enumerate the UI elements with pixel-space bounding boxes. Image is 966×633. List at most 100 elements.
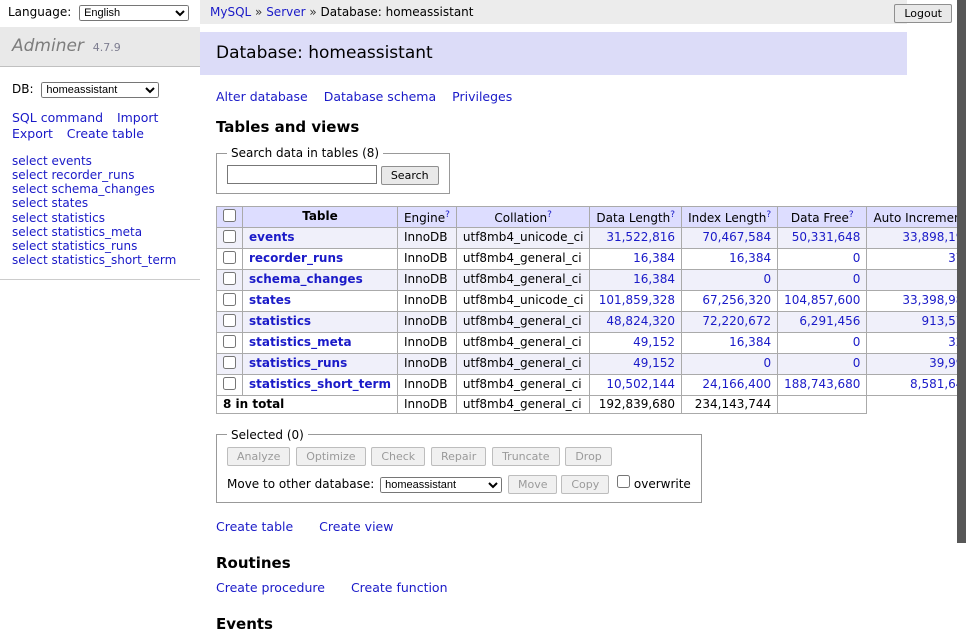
sidebar-link-export[interactable]: Export [12,126,53,141]
copy-button[interactable]: Copy [561,475,609,494]
data-length-link[interactable]: 49,152 [633,356,675,370]
data-free-link[interactable]: 0 [853,251,861,265]
repair-button[interactable]: Repair [431,447,486,466]
create-links: Create table Create view [216,519,966,534]
index-length-link[interactable]: 72,220,672 [702,314,771,328]
tables-overview-table: TableEngine?Collation?Data Length?Index … [216,206,966,414]
table-link-statistics-short-term[interactable]: statistics_short_term [249,377,391,391]
truncate-button[interactable]: Truncate [492,447,559,466]
data-length-link[interactable]: 48,824,320 [606,314,675,328]
data-length-link[interactable]: 16,384 [633,272,675,286]
help-link[interactable]: ? [445,210,450,220]
data-free-link[interactable]: 6,291,456 [799,314,860,328]
breadcrumb-separator: » [251,5,266,19]
overwrite-checkbox[interactable] [617,475,630,488]
data-free-link[interactable]: 188,743,680 [784,377,860,391]
engine-cell: InnoDB [397,374,456,395]
index-length-link[interactable]: 67,256,320 [702,293,771,307]
table-link-statistics-meta[interactable]: statistics_meta [249,335,352,349]
sidebar-select-statistics-runs-link[interactable]: select statistics_runs [12,239,188,253]
breadcrumb-link-server[interactable]: Server [266,5,305,19]
help-link[interactable]: ? [766,210,771,220]
data-length-cell: 10,502,144 [590,374,682,395]
select-all-cell [217,206,243,227]
auto-increment-cell: 6 [867,269,966,290]
search-input[interactable] [227,165,377,184]
database-schema-link[interactable]: Database schema [324,89,436,104]
move-button[interactable]: Move [508,475,558,494]
data-length-link[interactable]: 49,152 [633,335,675,349]
data-free-link[interactable]: 0 [853,272,861,286]
row-checkbox-statistics-meta[interactable] [223,335,236,348]
row-checkbox-statistics-runs[interactable] [223,356,236,369]
language-select[interactable]: English [79,5,189,21]
table-link-events[interactable]: events [249,230,295,244]
index-length-link[interactable]: 16,384 [729,335,771,349]
data-free-link[interactable]: 104,857,600 [784,293,860,307]
data-length-cell: 16,384 [590,248,682,269]
search-button[interactable]: Search [381,166,439,185]
create-view-link[interactable]: Create view [319,519,393,534]
sidebar-select-schema-changes-link[interactable]: select schema_changes [12,182,188,196]
move-db-select[interactable]: homeassistant [380,477,502,493]
row-checkbox-statistics[interactable] [223,314,236,327]
index-length-link[interactable]: 16,384 [729,251,771,265]
data-length-link[interactable]: 101,859,328 [599,293,675,307]
data-free-link[interactable]: 0 [853,356,861,370]
sidebar-select-statistics-short-term-link[interactable]: select statistics_short_term [12,253,188,267]
sidebar-link-create-table[interactable]: Create table [67,126,144,141]
table-link-schema-changes[interactable]: schema_changes [249,272,363,286]
content: Alter databaseDatabase schemaPrivileges … [200,75,966,633]
sidebar-select-recorder-runs-link[interactable]: select recorder_runs [12,168,188,182]
table-link-recorder-runs[interactable]: recorder_runs [249,251,343,265]
breadcrumb-link-mysql[interactable]: MySQL [210,5,251,19]
data-free-link[interactable]: 0 [853,335,861,349]
logout-button[interactable]: Logout [894,4,952,23]
language-bar: Language: English [0,0,200,26]
scrollbar-thumb[interactable] [957,0,966,543]
data-length-link[interactable]: 31,522,816 [606,230,675,244]
col-header-table: Table [243,206,398,227]
alter-database-link[interactable]: Alter database [216,89,308,104]
index-length-link[interactable]: 0 [763,356,771,370]
table-link-statistics-runs[interactable]: statistics_runs [249,356,347,370]
db-select[interactable]: homeassistant [41,82,159,98]
scrollbar[interactable] [957,0,966,543]
index-length-link[interactable]: 0 [763,272,771,286]
row-checkbox-states[interactable] [223,293,236,306]
data-length-cell: 49,152 [590,353,682,374]
table-name-cell: statistics_short_term [243,374,398,395]
data-length-link[interactable]: 16,384 [633,251,675,265]
index-length-link[interactable]: 24,166,400 [702,377,771,391]
sidebar-select-statistics-meta-link[interactable]: select statistics_meta [12,225,188,239]
row-checkbox-statistics-short-term[interactable] [223,377,236,390]
index-length-link[interactable]: 70,467,584 [702,230,771,244]
analyze-button[interactable]: Analyze [227,447,290,466]
data-length-link[interactable]: 10,502,144 [606,377,675,391]
data-free-link[interactable]: 50,331,648 [792,230,861,244]
app-version-link[interactable]: 4.7.9 [93,41,121,54]
sidebar-link-import[interactable]: Import [117,110,159,125]
check-button[interactable]: Check [371,447,425,466]
header-row: TableEngine?Collation?Data Length?Index … [217,206,966,227]
row-checkbox-recorder-runs[interactable] [223,251,236,264]
table-link-statistics[interactable]: statistics [249,314,311,328]
sidebar-link-sql-command[interactable]: SQL command [12,110,103,125]
help-link[interactable]: ? [849,210,854,220]
create-procedure-link[interactable]: Create procedure [216,580,325,595]
row-checkbox-events[interactable] [223,230,236,243]
row-checkbox-schema-changes[interactable] [223,272,236,285]
drop-button[interactable]: Drop [565,447,611,466]
create-table-link[interactable]: Create table [216,519,293,534]
help-link[interactable]: ? [670,210,675,220]
engine-cell: InnoDB [397,248,456,269]
select-all-checkbox[interactable] [223,209,236,222]
sidebar-select-statistics-link[interactable]: select statistics [12,211,188,225]
help-link[interactable]: ? [547,210,552,220]
table-link-states[interactable]: states [249,293,291,307]
privileges-link[interactable]: Privileges [452,89,512,104]
optimize-button[interactable]: Optimize [296,447,365,466]
sidebar-select-events-link[interactable]: select events [12,154,188,168]
sidebar-select-states-link[interactable]: select states [12,196,188,210]
create-function-link[interactable]: Create function [351,580,448,595]
